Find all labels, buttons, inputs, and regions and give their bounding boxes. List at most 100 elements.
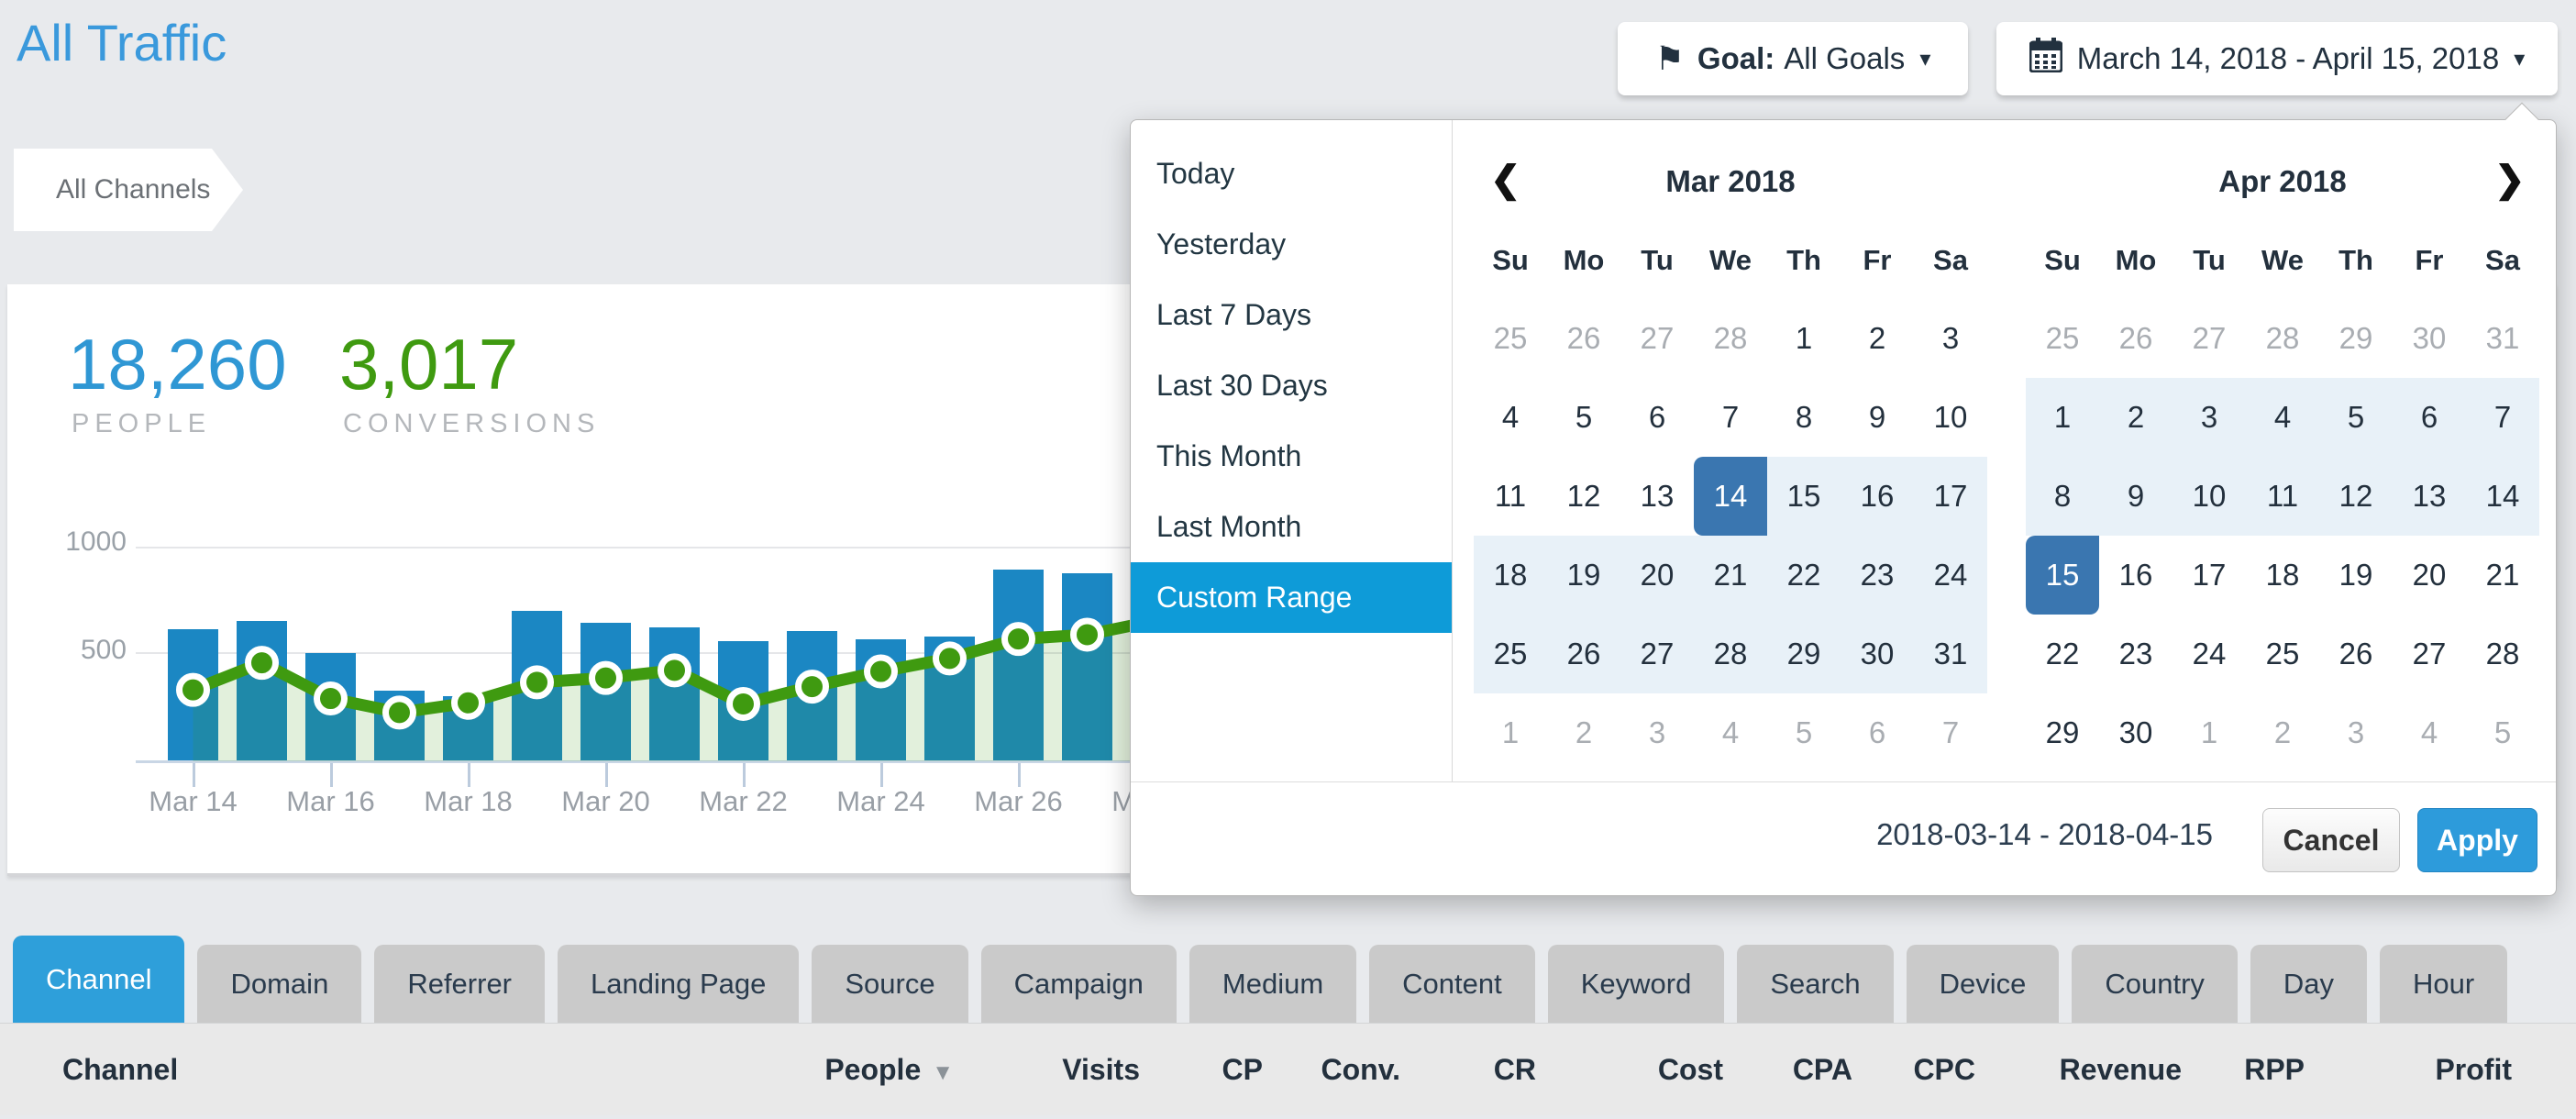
bar-mar-24[interactable] (856, 639, 906, 761)
day-cell[interactable]: 21 (1694, 536, 1767, 615)
day-cell[interactable]: 3 (1914, 299, 1987, 378)
tab-device[interactable]: Device (1907, 945, 2060, 1023)
tab-referrer[interactable]: Referrer (374, 945, 545, 1023)
tab-keyword[interactable]: Keyword (1548, 945, 1725, 1023)
day-cell[interactable]: 20 (2393, 536, 2466, 615)
bar-mar-14[interactable] (168, 629, 218, 761)
day-cell[interactable]: 9 (1841, 378, 1914, 457)
column-header-conv[interactable]: Conv. (1321, 1024, 1400, 1116)
day-cell[interactable]: 10 (2172, 457, 2246, 536)
day-cell[interactable]: 16 (2099, 536, 2172, 615)
day-cell[interactable]: 14 (2466, 457, 2539, 536)
day-cell[interactable]: 7 (2466, 378, 2539, 457)
day-cell[interactable]: 16 (1841, 457, 1914, 536)
column-header-profit[interactable]: Profit (2435, 1024, 2512, 1116)
day-cell[interactable]: 27 (1620, 615, 1694, 693)
day-cell[interactable]: 5 (1547, 378, 1620, 457)
bar-mar-20[interactable] (580, 623, 631, 761)
day-cell[interactable]: 22 (1767, 536, 1841, 615)
quick-range-this-month[interactable]: This Month (1131, 421, 1452, 492)
day-cell[interactable]: 31 (2466, 299, 2539, 378)
day-cell[interactable]: 7 (1914, 693, 1987, 772)
bar-mar-19[interactable] (512, 611, 562, 761)
quick-range-last-month[interactable]: Last Month (1131, 492, 1452, 562)
day-cell[interactable]: 24 (1914, 536, 1987, 615)
day-cell[interactable]: 1 (2026, 378, 2099, 457)
column-header-cost[interactable]: Cost (1658, 1024, 1723, 1116)
day-cell[interactable]: 13 (1620, 457, 1694, 536)
column-header-cpa[interactable]: CPA (1793, 1024, 1852, 1116)
day-cell[interactable]: 5 (2319, 378, 2393, 457)
quick-range-today[interactable]: Today (1131, 138, 1452, 209)
day-cell[interactable]: 7 (1694, 378, 1767, 457)
column-header-channel[interactable]: Channel (62, 1024, 178, 1116)
day-cell[interactable]: 26 (1547, 615, 1620, 693)
bar-mar-25[interactable] (924, 637, 975, 761)
day-cell[interactable]: 6 (2393, 378, 2466, 457)
day-cell[interactable]: 13 (2393, 457, 2466, 536)
tab-content[interactable]: Content (1369, 945, 1535, 1023)
day-cell[interactable]: 27 (2172, 299, 2246, 378)
day-cell[interactable]: 30 (1841, 615, 1914, 693)
day-cell[interactable]: 27 (2393, 615, 2466, 693)
day-cell[interactable]: 1 (1474, 693, 1547, 772)
day-cell[interactable]: 4 (2393, 693, 2466, 772)
cancel-button[interactable]: Cancel (2262, 808, 2400, 872)
tab-landing-page[interactable]: Landing Page (558, 945, 799, 1023)
tab-hour[interactable]: Hour (2380, 945, 2507, 1023)
day-cell[interactable]: 2 (2246, 693, 2319, 772)
bar-mar-23[interactable] (787, 631, 837, 761)
day-cell[interactable]: 2 (1547, 693, 1620, 772)
tab-country[interactable]: Country (2072, 945, 2238, 1023)
day-cell[interactable]: 4 (1694, 693, 1767, 772)
day-cell[interactable]: 4 (2246, 378, 2319, 457)
day-cell[interactable]: 9 (2099, 457, 2172, 536)
column-header-people[interactable]: People▼ (824, 1024, 954, 1116)
day-cell[interactable]: 24 (2172, 615, 2246, 693)
column-header-revenue[interactable]: Revenue (2060, 1024, 2182, 1116)
day-cell[interactable]: 28 (1694, 615, 1767, 693)
day-cell[interactable]: 28 (2246, 299, 2319, 378)
day-cell[interactable]: 30 (2099, 693, 2172, 772)
day-cell[interactable]: 11 (1474, 457, 1547, 536)
day-cell[interactable]: 15 (2026, 536, 2099, 615)
day-cell[interactable]: 3 (1620, 693, 1694, 772)
day-cell[interactable]: 28 (1694, 299, 1767, 378)
bar-mar-22[interactable] (718, 641, 768, 761)
day-cell[interactable]: 19 (2319, 536, 2393, 615)
day-cell[interactable]: 31 (1914, 615, 1987, 693)
day-cell[interactable]: 17 (1914, 457, 1987, 536)
day-cell[interactable]: 12 (2319, 457, 2393, 536)
tab-campaign[interactable]: Campaign (981, 945, 1177, 1023)
bar-mar-26[interactable] (993, 570, 1044, 761)
column-header-cr[interactable]: CR (1494, 1024, 1536, 1116)
day-cell[interactable]: 25 (2026, 299, 2099, 378)
day-cell[interactable]: 29 (2319, 299, 2393, 378)
day-cell[interactable]: 25 (1474, 615, 1547, 693)
column-header-visits[interactable]: Visits (1062, 1024, 1140, 1116)
day-cell[interactable]: 20 (1620, 536, 1694, 615)
day-cell[interactable]: 26 (2319, 615, 2393, 693)
day-cell[interactable]: 26 (1547, 299, 1620, 378)
bar-mar-27[interactable] (1062, 573, 1112, 761)
day-cell[interactable]: 14 (1694, 457, 1767, 536)
bar-mar-17[interactable] (374, 691, 425, 761)
day-cell[interactable]: 1 (1767, 299, 1841, 378)
quick-range-last-30-days[interactable]: Last 30 Days (1131, 350, 1452, 421)
day-cell[interactable]: 3 (2172, 378, 2246, 457)
day-cell[interactable]: 26 (2099, 299, 2172, 378)
day-cell[interactable]: 12 (1547, 457, 1620, 536)
quick-range-custom-range[interactable]: Custom Range (1131, 562, 1452, 633)
column-header-cp[interactable]: CP (1222, 1024, 1263, 1116)
day-cell[interactable]: 10 (1914, 378, 1987, 457)
day-cell[interactable]: 8 (2026, 457, 2099, 536)
day-cell[interactable]: 2 (1841, 299, 1914, 378)
bar-mar-16[interactable] (305, 653, 356, 761)
bar-mar-18[interactable] (443, 696, 493, 761)
goal-selector-button[interactable]: ⚑ Goal: All Goals ▾ (1618, 22, 1968, 95)
day-cell[interactable]: 5 (2466, 693, 2539, 772)
day-cell[interactable]: 18 (1474, 536, 1547, 615)
column-header-cpc[interactable]: CPC (1913, 1024, 1975, 1116)
quick-range-last-7-days[interactable]: Last 7 Days (1131, 280, 1452, 350)
day-cell[interactable]: 3 (2319, 693, 2393, 772)
